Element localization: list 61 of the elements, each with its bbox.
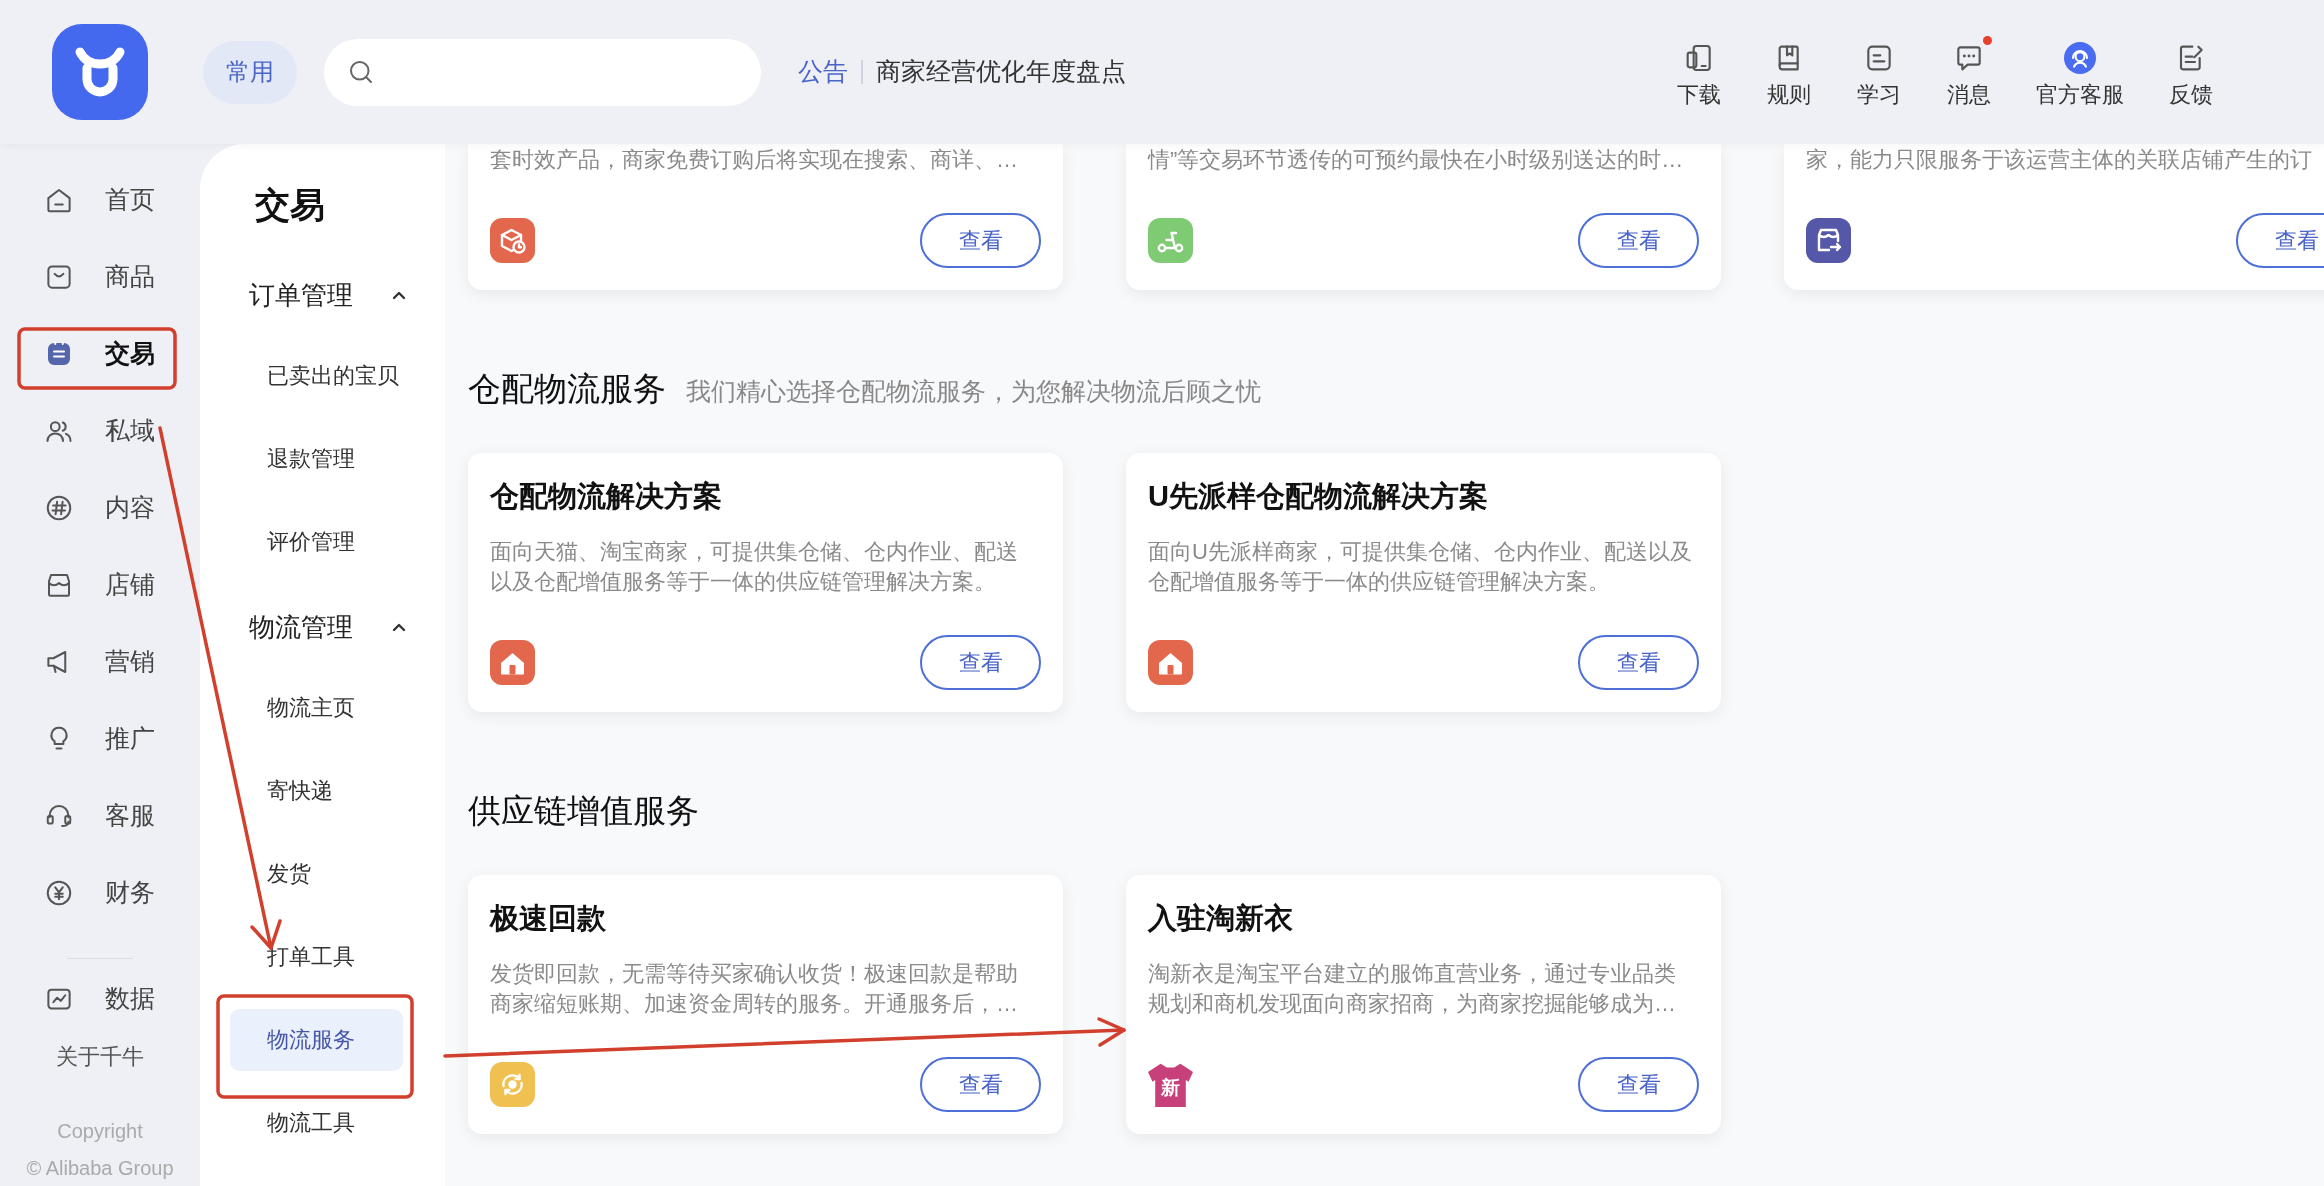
chevron-up-icon (392, 622, 406, 632)
submenu-group-header[interactable]: 订单管理 (249, 275, 406, 315)
announcement-link[interactable]: 商家经营优化年度盘点 (876, 53, 1126, 91)
section-title: 供应链增值服务 (468, 791, 699, 831)
sidebar-item[interactable]: 营销 (44, 642, 155, 681)
card-title: 仓配物流解决方案 (490, 479, 722, 514)
section-subtitle: 我们精心选择仓配物流服务，为您解决物流后顾之忧 (686, 376, 1261, 407)
quick-access-button[interactable]: 常用 (203, 40, 297, 104)
sidebar-item[interactable]: 交易 (44, 334, 155, 373)
card-title: U先派样仓配物流解决方案 (1148, 479, 1488, 514)
card-description: 淘新衣是淘宝平台建立的服饰直营业务，通过专业品类规划和商机发现面向商家招商，为商家挖掘能够成为… (1148, 960, 1677, 1018)
card-description: 面向天猫、淘宝商家，可提供集仓储、仓内作业、配送以及仓配增值服务等于一体的供应链管理解决方案。 (490, 538, 1019, 596)
toolbar-button[interactable]: 官方客服 (2036, 36, 2124, 108)
view-button[interactable]: 查看 (1578, 1057, 1699, 1112)
view-button[interactable]: 查看 (1578, 213, 1699, 268)
submenu-item[interactable]: 物流工具 (267, 1106, 355, 1139)
shirt-logo: 新 (1148, 1062, 1193, 1107)
card-description: 发货即回款，无需等待买家确认收货！极速回款是帮助商家缩短账期、加速资金周转的服务。开通服务后，… (490, 960, 1019, 1018)
card-description: 套时效产品，商家免费订购后将实现在搜索、商详、… (490, 146, 1019, 174)
submenu-title: 交易 (255, 184, 325, 226)
sidebar-item[interactable]: 数据 (44, 980, 155, 1018)
bull-logo-icon (52, 24, 148, 120)
sidebar-item[interactable]: 客服 (44, 796, 155, 835)
card-description: 家，能力只限服务于该运营主体的关联店铺产生的订 (1806, 146, 2313, 174)
submenu-item[interactable]: 寄快递 (267, 774, 333, 807)
submenu-item[interactable]: 发货 (267, 857, 311, 890)
sidebar-item[interactable]: 首页 (44, 180, 155, 219)
submenu-item[interactable]: 物流服务 (230, 1008, 403, 1071)
view-button[interactable]: 查看 (1578, 635, 1699, 690)
sidebar-item[interactable]: 店铺 (44, 565, 155, 604)
announcement-label: 公告 (798, 56, 848, 88)
submenu-item[interactable]: 打单工具 (267, 940, 355, 973)
company-text: © Alibaba Group (26, 1156, 174, 1181)
card-description: 情”等交易环节透传的可预约最快在小时级别送达的时… (1148, 146, 1685, 174)
view-button[interactable]: 查看 (920, 213, 1041, 268)
view-button[interactable]: 查看 (920, 635, 1041, 690)
sidebar-item[interactable]: 财务 (44, 873, 155, 912)
toolbar-button[interactable]: 消息 (1946, 36, 1992, 108)
card-title: 入驻淘新衣 (1148, 901, 1293, 936)
submenu-item[interactable]: 退款管理 (267, 442, 355, 475)
section-title: 仓配物流服务 (468, 369, 666, 409)
sidebar-item[interactable]: 私域 (44, 411, 155, 450)
toolbar-button[interactable]: 反馈 (2168, 36, 2214, 108)
view-button[interactable]: 查看 (2236, 213, 2324, 268)
sidebar-item[interactable]: 商品 (44, 257, 155, 296)
sidebar-item[interactable]: 推广 (44, 719, 155, 758)
sidebar-item[interactable]: 内容 (44, 488, 155, 527)
submenu-item[interactable]: 评价管理 (267, 525, 355, 558)
card-title: 极速回款 (490, 901, 606, 936)
submenu-group-header[interactable]: 物流管理 (249, 607, 406, 647)
about-link[interactable]: 关于千牛 (56, 1043, 144, 1071)
card-description: 面向U先派样商家，可提供集仓储、仓内作业、配送以及仓配增值服务等于一体的供应链管理解决方案。 (1148, 538, 1693, 596)
toolbar-button[interactable]: 规则 (1766, 36, 1812, 108)
view-button[interactable]: 查看 (920, 1057, 1041, 1112)
copyright-text: Copyright (57, 1119, 143, 1144)
toolbar-button[interactable]: 学习 (1856, 36, 1902, 108)
headset-person-icon (2064, 42, 2096, 74)
submenu-item[interactable]: 已卖出的宝贝 (267, 359, 399, 392)
chevron-up-icon (392, 290, 406, 300)
submenu-item[interactable]: 物流主页 (267, 691, 355, 724)
toolbar-button[interactable]: 下载 (1676, 36, 1722, 108)
